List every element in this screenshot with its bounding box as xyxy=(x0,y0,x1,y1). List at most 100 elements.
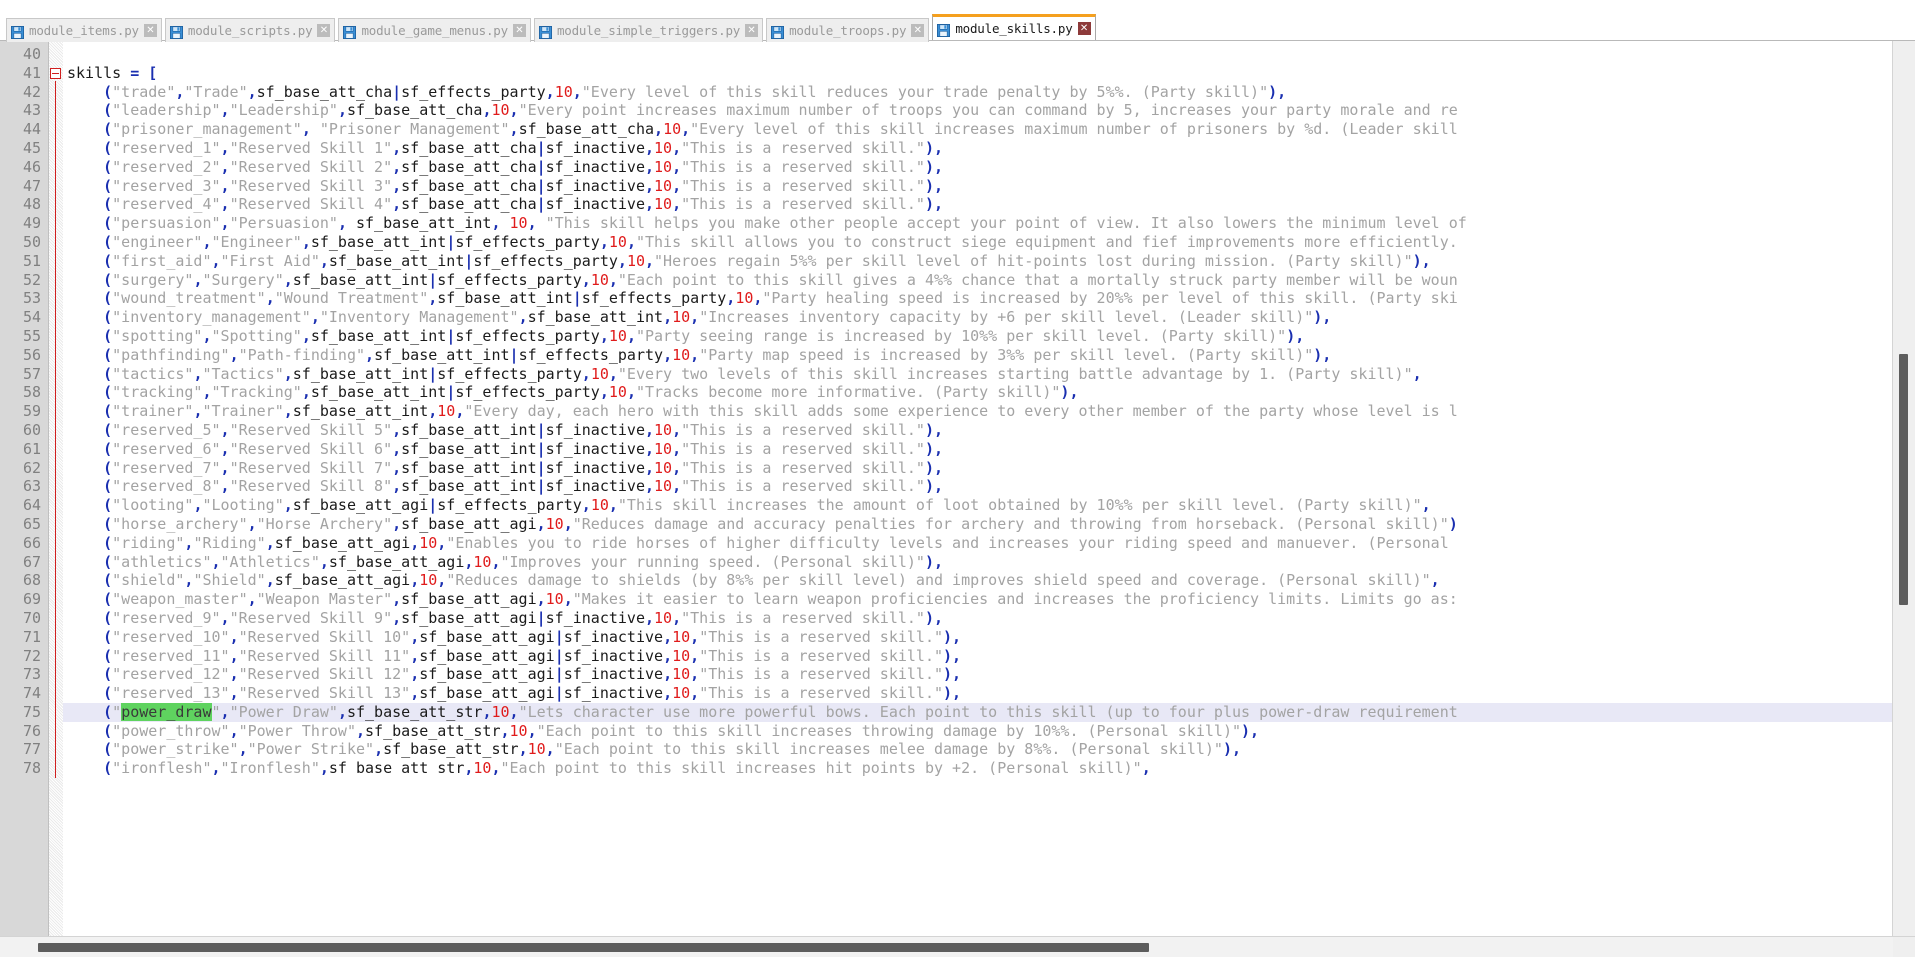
editor-tab-bar[interactable]: module_items.py ✕ module_scripts.py ✕ module… xyxy=(0,0,1915,42)
close-icon[interactable]: ✕ xyxy=(745,24,759,37)
code-line[interactable]: ("weapon_master","Weapon Master",sf_base… xyxy=(63,590,1892,609)
fold-row[interactable] xyxy=(49,759,63,778)
code-line[interactable]: ("spotting","Spotting",sf_base_att_int|s… xyxy=(63,327,1892,346)
code-line[interactable]: ("reserved_6","Reserved Skill 6",sf_base… xyxy=(63,440,1892,459)
fold-row[interactable] xyxy=(49,402,63,421)
code-line[interactable]: ("riding","Riding",sf_base_att_agi,10,"E… xyxy=(63,534,1892,553)
fold-row[interactable] xyxy=(49,515,63,534)
fold-row[interactable] xyxy=(49,308,63,327)
code-text-area[interactable]: skills = [ ("trade","Trade",sf_base_att_… xyxy=(63,41,1892,936)
close-icon[interactable]: ✕ xyxy=(911,24,925,37)
fold-row[interactable] xyxy=(49,665,63,684)
code-line[interactable]: ("leadership","Leadership",sf_base_att_c… xyxy=(63,101,1892,120)
fold-row[interactable] xyxy=(49,571,63,590)
fold-row[interactable] xyxy=(49,383,63,402)
code-token: , xyxy=(518,308,528,327)
fold-row[interactable] xyxy=(49,233,63,252)
fold-row[interactable] xyxy=(49,346,63,365)
code-line[interactable]: ("reserved_3","Reserved Skill 3",sf_base… xyxy=(63,177,1892,196)
fold-row[interactable] xyxy=(49,684,63,703)
vertical-scrollbar[interactable] xyxy=(1892,41,1915,936)
fold-row[interactable] xyxy=(49,496,63,515)
close-icon[interactable]: ✕ xyxy=(1077,22,1091,35)
code-line[interactable]: ("wound_treatment","Wound Treatment",sf_… xyxy=(63,289,1892,308)
fold-row[interactable] xyxy=(49,421,63,440)
fold-collapse-icon[interactable] xyxy=(50,67,61,79)
code-token: , xyxy=(663,665,673,684)
editor-tab-module_simple_triggers-py[interactable]: module_simple_triggers.py ✕ xyxy=(533,18,764,42)
code-line[interactable]: ("tracking","Tracking",sf_base_att_int|s… xyxy=(63,383,1892,402)
fold-row[interactable] xyxy=(49,327,63,346)
editor-tab-module_game_menus-py[interactable]: module_game_menus.py ✕ xyxy=(338,18,531,42)
code-line[interactable]: ("reserved_8","Reserved Skill 8",sf_base… xyxy=(63,477,1892,496)
fold-row[interactable] xyxy=(49,534,63,553)
fold-row[interactable] xyxy=(49,365,63,384)
code-line[interactable]: ("prisoner_management", "Prisoner Manage… xyxy=(63,120,1892,139)
close-icon[interactable]: ✕ xyxy=(317,24,331,37)
code-line[interactable]: ("reserved_13","Reserved Skill 13",sf_ba… xyxy=(63,684,1892,703)
code-line[interactable]: ("first_aid","First Aid",sf_base_att_int… xyxy=(63,252,1892,271)
fold-row[interactable] xyxy=(49,722,63,741)
fold-row[interactable] xyxy=(49,440,63,459)
horizontal-scrollbar[interactable] xyxy=(0,936,1915,957)
code-line[interactable]: ("athletics","Athletics",sf_base_att_agi… xyxy=(63,553,1892,572)
fold-row[interactable] xyxy=(49,83,63,102)
code-line[interactable]: ("engineer","Engineer",sf_base_att_int|s… xyxy=(63,233,1892,252)
code-line[interactable]: ("shield","Shield",sf_base_att_agi,10,"R… xyxy=(63,571,1892,590)
fold-row[interactable] xyxy=(49,214,63,233)
code-line[interactable]: ("power_throw","Power Throw",sf_base_att… xyxy=(63,722,1892,741)
code-line[interactable]: skills = [ xyxy=(63,64,1892,83)
code-line[interactable]: ("reserved_1","Reserved Skill 1",sf_base… xyxy=(63,139,1892,158)
fold-row[interactable] xyxy=(49,64,63,83)
fold-row[interactable] xyxy=(49,177,63,196)
code-line[interactable]: ("horse_archery","Horse Archery",sf_base… xyxy=(63,515,1892,534)
fold-row[interactable] xyxy=(49,703,63,722)
vertical-scrollbar-thumb[interactable] xyxy=(1899,354,1908,605)
code-line-current[interactable]: ("power_draw","Power Draw",sf_base_att_s… xyxy=(63,702,1892,722)
fold-row[interactable] xyxy=(49,477,63,496)
fold-row[interactable] xyxy=(49,139,63,158)
fold-row[interactable] xyxy=(49,647,63,666)
fold-row[interactable] xyxy=(49,740,63,759)
code-line[interactable]: ("reserved_2","Reserved Skill 2",sf_base… xyxy=(63,158,1892,177)
code-line[interactable]: ("persuasion","Persuasion", sf_base_att_… xyxy=(63,214,1892,233)
fold-row[interactable] xyxy=(49,609,63,628)
fold-row[interactable] xyxy=(49,120,63,139)
code-line[interactable]: ("surgery","Surgery",sf_base_att_int|sf_… xyxy=(63,271,1892,290)
fold-row[interactable] xyxy=(49,553,63,572)
code-line[interactable]: ("reserved_5","Reserved Skill 5",sf_base… xyxy=(63,421,1892,440)
fold-row[interactable] xyxy=(49,101,63,120)
editor-tab-module_skills-py[interactable]: module_skills.py ✕ xyxy=(932,14,1096,40)
code-line[interactable]: ("reserved_9","Reserved Skill 9",sf_base… xyxy=(63,609,1892,628)
fold-row[interactable] xyxy=(49,45,63,64)
fold-row[interactable] xyxy=(49,590,63,609)
editor-tab-module_items-py[interactable]: module_items.py ✕ xyxy=(6,18,162,42)
code-line[interactable]: ("reserved_4","Reserved Skill 4",sf_base… xyxy=(63,195,1892,214)
code-line[interactable]: ("trade","Trade",sf_base_att_cha|sf_effe… xyxy=(63,83,1892,102)
close-icon[interactable]: ✕ xyxy=(143,24,157,37)
code-line[interactable]: ("reserved_11","Reserved Skill 11",sf_ba… xyxy=(63,647,1892,666)
code-line[interactable]: ("trainer","Trainer",sf_base_att_int,10,… xyxy=(63,402,1892,421)
code-line[interactable]: ("tactics","Tactics",sf_base_att_int|sf_… xyxy=(63,365,1892,384)
code-line[interactable]: ("looting","Looting",sf_base_att_agi|sf_… xyxy=(63,496,1892,515)
horizontal-scrollbar-thumb[interactable] xyxy=(38,943,1149,952)
code-line[interactable] xyxy=(63,45,1892,64)
fold-row[interactable] xyxy=(49,459,63,478)
close-icon[interactable]: ✕ xyxy=(512,24,526,37)
fold-row[interactable] xyxy=(49,158,63,177)
code-line[interactable]: ("reserved_10","Reserved Skill 10",sf_ba… xyxy=(63,628,1892,647)
fold-row[interactable] xyxy=(49,252,63,271)
fold-row[interactable] xyxy=(49,289,63,308)
code-line[interactable]: ("ironflesh","Ironflesh",sf base att str… xyxy=(63,759,1892,778)
fold-row[interactable] xyxy=(49,195,63,214)
code-line[interactable]: ("inventory_management","Inventory Manag… xyxy=(63,308,1892,327)
code-folding-margin[interactable] xyxy=(49,41,63,936)
editor-tab-module_troops-py[interactable]: module_troops.py ✕ xyxy=(766,18,930,42)
editor-tab-module_scripts-py[interactable]: module_scripts.py ✕ xyxy=(164,18,336,42)
code-line[interactable]: ("reserved_12","Reserved Skill 12",sf_ba… xyxy=(63,665,1892,684)
code-line[interactable]: ("power_strike","Power Strike",sf_base_a… xyxy=(63,740,1892,759)
fold-row[interactable] xyxy=(49,271,63,290)
code-line[interactable]: ("reserved_7","Reserved Skill 7",sf_base… xyxy=(63,459,1892,478)
code-line[interactable]: ("pathfinding","Path-finding",sf_base_at… xyxy=(63,346,1892,365)
fold-row[interactable] xyxy=(49,628,63,647)
